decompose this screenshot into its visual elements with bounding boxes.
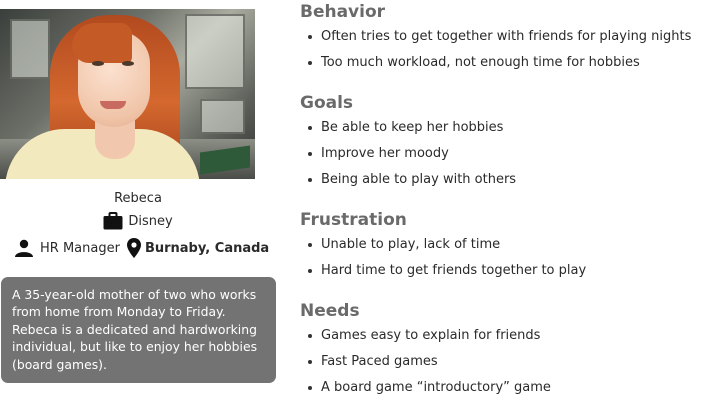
section-goals: Goals Be able to keep her hobbies Improv… <box>300 93 516 197</box>
bullet-list: Be able to keep her hobbies Improve her … <box>300 119 516 197</box>
list-item: Fast Paced games <box>300 353 551 379</box>
section-needs: Needs Games easy to explain for friends … <box>300 301 551 400</box>
bio-text: A 35-year-old mother of two who works fr… <box>12 287 258 372</box>
list-item: Hard time to get friends together to pla… <box>300 262 586 288</box>
person-icon <box>14 239 34 257</box>
bio-card: A 35-year-old mother of two who works fr… <box>1 277 276 383</box>
bullet-list: Unable to play, lack of time Hard time t… <box>300 236 586 288</box>
bullet-list: Often tries to get together with friends… <box>300 28 691 80</box>
list-item: Too much workload, not enough time for h… <box>300 54 691 80</box>
list-item: Unable to play, lack of time <box>300 236 586 262</box>
list-item: A board game “introductory” game <box>300 379 551 400</box>
section-frustration: Frustration Unable to play, lack of time… <box>300 210 586 288</box>
company-label: Disney <box>128 213 173 229</box>
profile-photo <box>0 9 255 179</box>
section-title: Behavior <box>300 2 386 22</box>
persona-name: Rebeca <box>114 191 162 206</box>
list-item: Improve her moody <box>300 145 516 171</box>
list-item: Games easy to explain for friends <box>300 327 551 353</box>
bullet-list: Games easy to explain for friends Fast P… <box>300 327 551 400</box>
list-item: Be able to keep her hobbies <box>300 119 516 145</box>
list-item: Often tries to get together with friends… <box>300 28 691 54</box>
section-title: Frustration <box>300 210 407 230</box>
role-label: HR Manager <box>40 240 120 256</box>
map-pin-icon <box>126 238 141 258</box>
list-item: Being able to play with others <box>300 171 516 197</box>
role-location-row: HR Manager Burnaby, Canada <box>14 238 269 258</box>
briefcase-icon <box>103 212 123 230</box>
location-label: Burnaby, Canada <box>144 240 270 256</box>
section-behavior: Behavior Often tries to get together wit… <box>300 2 691 80</box>
section-title: Goals <box>300 93 354 113</box>
section-title: Needs <box>300 301 360 321</box>
company-row: Disney <box>0 212 276 230</box>
